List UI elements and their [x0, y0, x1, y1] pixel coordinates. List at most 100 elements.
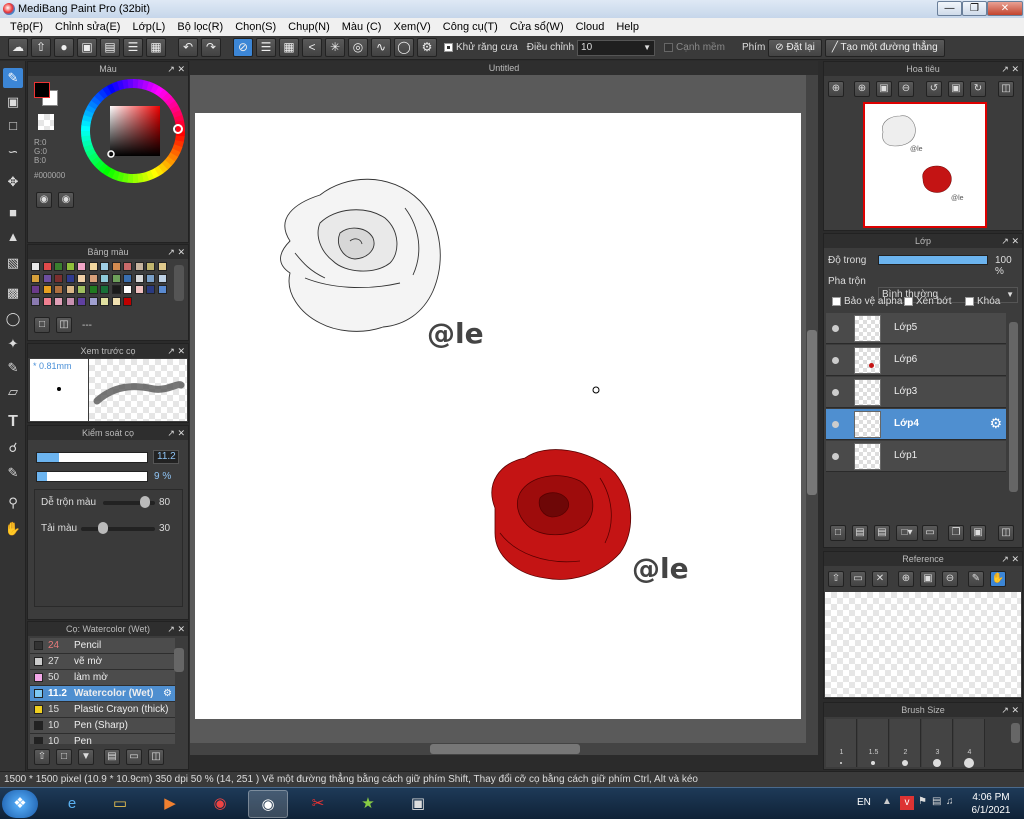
- palette-swatch[interactable]: [100, 285, 109, 294]
- brush-size-value[interactable]: 11.2: [153, 450, 179, 464]
- palette-swatch[interactable]: [146, 285, 155, 294]
- media-player-icon[interactable]: ▶: [150, 790, 190, 818]
- lasso-tool-icon[interactable]: ◯: [3, 309, 23, 329]
- menu-item-1[interactable]: Chỉnh sửa(E): [49, 18, 126, 36]
- duplicate-layer-icon[interactable]: ❐: [948, 525, 964, 541]
- reference-close-icon[interactable]: ✕: [872, 571, 888, 587]
- blend-slider-knob[interactable]: [139, 496, 150, 508]
- close-button[interactable]: ✕: [987, 1, 1023, 16]
- palette-swatch[interactable]: [111, 273, 121, 283]
- brush-list-item[interactable]: 10 Pen: [30, 734, 175, 744]
- menu-item-9[interactable]: Cửa sổ(W): [504, 18, 570, 36]
- vanishing-snap-icon[interactable]: <: [302, 38, 322, 57]
- radial-snap-icon[interactable]: ✳: [325, 38, 345, 57]
- canvas-horizontal-scrollbar[interactable]: [190, 743, 818, 755]
- menu-item-4[interactable]: Chọn(S): [229, 18, 282, 36]
- palette-swatch[interactable]: [77, 285, 86, 294]
- palette-swatch[interactable]: [100, 296, 109, 306]
- layer-row[interactable]: Lớp5: [826, 313, 1006, 344]
- palette-swatch[interactable]: [123, 262, 132, 271]
- color-wheel[interactable]: [80, 78, 186, 184]
- palette-scrollbar[interactable]: [174, 265, 184, 301]
- eyedropper-tool-icon[interactable]: ⚲: [3, 493, 23, 513]
- reference-eyedropper-icon[interactable]: ✎: [968, 571, 984, 587]
- curve-snap-icon[interactable]: ∿: [371, 38, 391, 57]
- grid-icon[interactable]: ▦: [146, 38, 166, 57]
- reference-zoom-in-icon[interactable]: ⊕: [898, 571, 914, 587]
- move-tool-icon[interactable]: ✥: [3, 172, 23, 192]
- adjust-combo[interactable]: 10 ▼: [577, 39, 656, 56]
- canvas-area[interactable]: @le @le: [190, 75, 818, 755]
- panel-close-icon[interactable]: ↗ ✕: [167, 426, 185, 440]
- app-icon-green[interactable]: ★: [348, 790, 388, 818]
- layer-visibility-icon[interactable]: [832, 453, 839, 460]
- brush-list-item[interactable]: 11.2 Watercolor (Wet) ⚙: [30, 686, 175, 702]
- palette-swatch[interactable]: [157, 262, 167, 271]
- panel-close-icon[interactable]: ↗ ✕: [167, 62, 185, 76]
- palette-swatch[interactable]: [134, 285, 144, 294]
- comment-icon[interactable]: ●: [54, 38, 74, 57]
- reference-upload-icon[interactable]: ⇧: [828, 571, 844, 587]
- palette-swatch[interactable]: [123, 285, 132, 294]
- palette-swatch[interactable]: [123, 273, 132, 283]
- parallel-snap-icon[interactable]: ☰: [256, 38, 276, 57]
- brush-gear-icon[interactable]: ⚙: [163, 686, 172, 702]
- clock[interactable]: 4:06 PM 6/1/2021: [962, 791, 1020, 817]
- palette-swatch[interactable]: [31, 296, 40, 306]
- panel-close-icon[interactable]: ↗ ✕: [1001, 703, 1019, 717]
- text-tool-icon[interactable]: T: [3, 412, 23, 432]
- medibang-taskbar-icon[interactable]: ◉: [248, 790, 288, 818]
- palette-swatch[interactable]: [65, 273, 75, 283]
- undo-icon[interactable]: ↶: [178, 38, 198, 57]
- language-indicator[interactable]: EN: [857, 797, 871, 808]
- menu-item-3[interactable]: Bộ lọc(R): [171, 18, 229, 36]
- layer-row[interactable]: Lớp1: [826, 441, 1006, 472]
- brush-tool-icon[interactable]: ✎: [3, 68, 23, 88]
- brush-list-scrollbar[interactable]: [174, 648, 184, 672]
- zoom-in-icon[interactable]: ⊕: [828, 81, 844, 97]
- select-rect-tool-icon[interactable]: ▩: [3, 283, 23, 303]
- canvas-tab[interactable]: Untitled: [190, 61, 818, 75]
- hue-segment[interactable]: [81, 130, 91, 137]
- straight-line-button[interactable]: ╱ Tạo một đường thẳng: [824, 38, 945, 57]
- menu-item-5[interactable]: Chụp(N): [282, 18, 336, 36]
- new-palette-icon[interactable]: □: [34, 317, 50, 333]
- menu-item-11[interactable]: Help: [610, 18, 645, 36]
- rotate-right-icon[interactable]: ↻: [970, 81, 986, 97]
- layer-opacity-slider[interactable]: [878, 255, 988, 265]
- palette-swatch[interactable]: [100, 262, 109, 271]
- start-button[interactable]: ❖: [2, 790, 38, 818]
- brush-settings-icon[interactable]: ▤: [104, 749, 120, 765]
- explorer-icon[interactable]: ▭: [100, 790, 140, 818]
- palette-swatch[interactable]: [77, 262, 86, 271]
- select-eraser-tool-icon[interactable]: ▱: [3, 382, 23, 402]
- magic-wand-tool-icon[interactable]: ✦: [3, 334, 23, 354]
- document-icon[interactable]: ▤: [100, 38, 120, 57]
- brush-size-cell[interactable]: 1: [826, 719, 857, 767]
- layer-settings-gear-icon[interactable]: ⚙: [989, 415, 1002, 432]
- antialias-checkbox[interactable]: Khử răng cưa: [444, 42, 518, 53]
- layer-row[interactable]: Lớp6: [826, 345, 1006, 376]
- panel-close-icon[interactable]: ↗ ✕: [1001, 552, 1019, 566]
- snap-off-icon[interactable]: ⊘: [233, 38, 253, 57]
- dot-tool-icon[interactable]: ∽: [3, 142, 23, 162]
- palette-swatch[interactable]: [100, 273, 109, 283]
- brush-delete-icon[interactable]: ◫: [148, 749, 164, 765]
- brush-size-cell[interactable]: 4: [954, 719, 985, 768]
- brush-size-cell[interactable]: 3: [922, 719, 953, 767]
- palette-swatch[interactable]: [54, 285, 63, 294]
- snipping-tool-icon[interactable]: ✂: [298, 790, 338, 818]
- reference-zoom-out-icon[interactable]: ⊖: [942, 571, 958, 587]
- palette-swatch[interactable]: [31, 285, 40, 294]
- crosshair-snap-icon[interactable]: ▦: [279, 38, 299, 57]
- ie-icon[interactable]: e: [52, 790, 92, 818]
- chrome-icon[interactable]: ◉: [200, 790, 240, 818]
- canvas-vertical-scrollbar[interactable]: [806, 75, 818, 743]
- list-icon[interactable]: ☰: [123, 38, 143, 57]
- vertical-scroll-thumb[interactable]: [807, 330, 817, 495]
- layer-visibility-icon[interactable]: [832, 421, 839, 428]
- reference-view[interactable]: [825, 592, 1021, 697]
- palette-swatch[interactable]: [111, 262, 121, 271]
- menu-item-10[interactable]: Cloud: [570, 18, 611, 36]
- network-icon[interactable]: ▤: [932, 796, 941, 807]
